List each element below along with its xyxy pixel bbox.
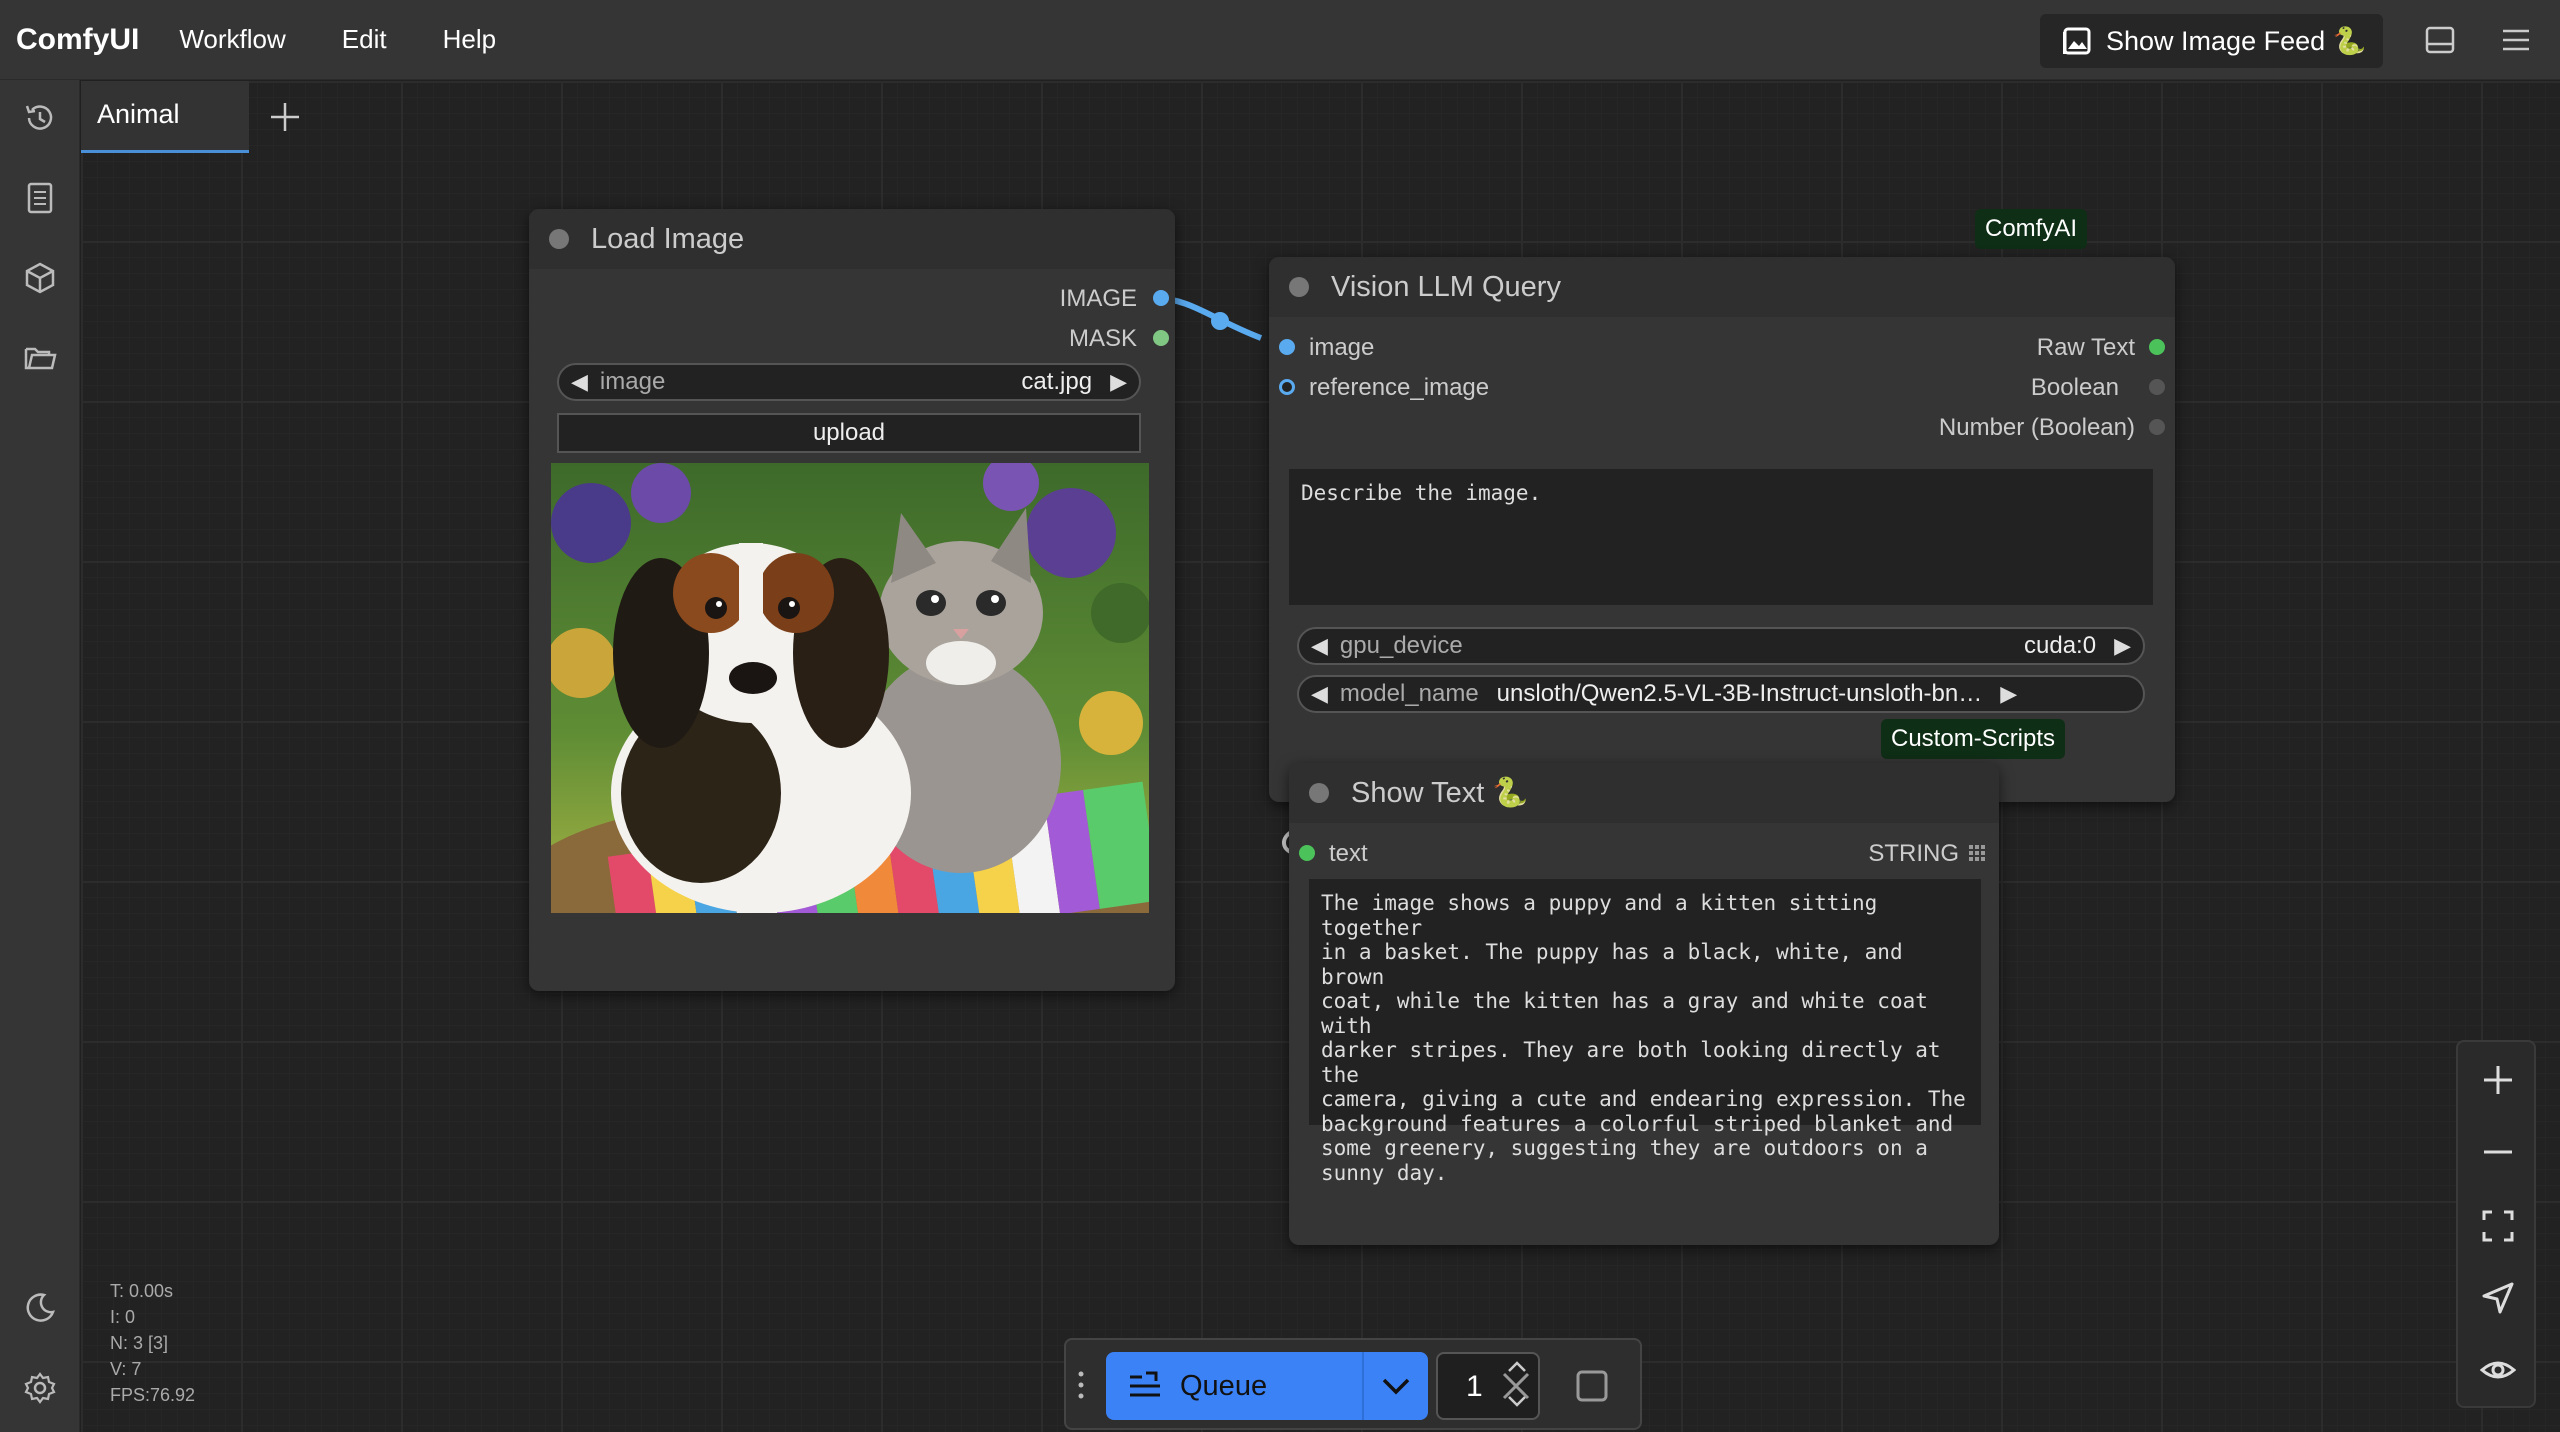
show-text-title-bar[interactable]: Show Text 🐍	[1289, 763, 1999, 823]
workflow-tab-animal[interactable]: Animal	[81, 81, 249, 153]
drag-handle-icon[interactable]	[1076, 1368, 1086, 1402]
stop-icon[interactable]	[1574, 1368, 1610, 1404]
custom-scripts-badge: Custom-Scripts	[1881, 719, 2066, 759]
puppy-kitten-photo	[551, 463, 1149, 913]
input-image-slot[interactable]	[1279, 339, 1295, 355]
load-image-title: Load Image	[591, 222, 745, 255]
load-image-title-bar[interactable]: Load Image	[529, 209, 1175, 269]
upload-button[interactable]: upload	[557, 413, 1141, 453]
add-tab-icon[interactable]	[267, 99, 303, 135]
input-reference-image-slot[interactable]	[1279, 379, 1295, 395]
hamburger-menu-icon[interactable]	[2496, 20, 2536, 60]
eye-icon[interactable]	[2478, 1350, 2518, 1390]
image-combo-widget[interactable]: ◀ image cat.jpg ▶	[557, 363, 1141, 401]
output-boolean-label: Boolean	[2030, 374, 2119, 401]
moon-icon[interactable]	[20, 1288, 60, 1328]
node-collapse-dot[interactable]	[1289, 277, 1309, 297]
output-mask-label: MASK	[1068, 325, 1137, 352]
gpu-device-value: cuda:0	[2024, 632, 2097, 659]
queue-dropdown-button[interactable]	[1362, 1352, 1428, 1420]
output-mask-slot[interactable]	[1153, 330, 1169, 346]
load-image-node[interactable]: Load Image IMAGE MASK ◀ image cat.jpg ▶ …	[529, 209, 1175, 991]
show-text-node[interactable]: Show Text 🐍 text STRING The image shows …	[1289, 763, 1999, 1245]
input-image-label: image	[1309, 334, 1375, 361]
show-text-output[interactable]: The image shows a puppy and a kitten sit…	[1309, 879, 1981, 1185]
combo-next-icon[interactable]: ▶	[1110, 369, 1127, 395]
queue-list-icon	[1128, 1371, 1162, 1401]
zoom-out-icon[interactable]	[2478, 1132, 2518, 1172]
queue-button[interactable]: Queue	[1106, 1352, 1362, 1420]
menu-edit[interactable]: Edit	[342, 24, 387, 55]
canvas-controls	[2456, 1040, 2536, 1408]
combo-prev-icon[interactable]: ◀	[1311, 681, 1328, 707]
workflow-tab-label: Animal	[97, 99, 180, 129]
menu-workflow[interactable]: Workflow	[179, 24, 285, 55]
combo-next-icon[interactable]: ▶	[2114, 633, 2131, 659]
image-feed-icon	[2062, 26, 2092, 56]
model-name-name: model_name	[1339, 680, 1479, 707]
grid-slot-icon[interactable]	[1969, 845, 1985, 861]
node-collapse-dot[interactable]	[1309, 783, 1329, 803]
image-preview	[551, 463, 1149, 913]
folder-icon[interactable]	[20, 338, 60, 378]
show-text-title: Show Text 🐍	[1351, 777, 1529, 809]
chevron-down-icon	[1381, 1376, 1411, 1396]
prompt-textarea[interactable]: Describe the image.	[1289, 469, 2153, 605]
output-string-label: STRING	[1868, 840, 1959, 867]
stat-nodes: N: 3 [3]	[110, 1333, 169, 1353]
input-text-label: text	[1329, 840, 1368, 867]
input-reference-image-label: reference_image	[1309, 374, 1490, 401]
stat-v: V: 7	[110, 1359, 142, 1379]
fit-view-icon[interactable]	[2478, 1206, 2518, 1246]
cancel-icon[interactable]	[1498, 1368, 1534, 1404]
output-raw-text-label: Raw Text	[2036, 334, 2135, 361]
batch-count-value: 1	[1466, 1370, 1483, 1403]
output-number-boolean-slot[interactable]	[2149, 419, 2165, 435]
model-name-combo[interactable]: ◀ model_name unsloth/Qwen2.5-VL-3B-Instr…	[1297, 675, 2145, 713]
queue-bar: Queue 1	[1064, 1338, 1642, 1430]
graph-canvas[interactable]: Animal Load Image IMAGE MASK ◀ image cat…	[81, 81, 2560, 1432]
canvas-stats: T: 0.00s I: 0 N: 3 [3] V: 7 FPS:76.92	[110, 1278, 195, 1408]
history-icon[interactable]	[20, 98, 60, 138]
combo-prev-icon[interactable]: ◀	[571, 369, 588, 395]
comfyai-badge: ComfyAI	[1975, 209, 2088, 249]
output-image-slot[interactable]	[1153, 290, 1169, 306]
zoom-in-icon[interactable]	[2478, 1060, 2518, 1100]
top-menu-bar: ComfyUI Workflow Edit Help Show Image Fe…	[0, 0, 2560, 80]
show-image-feed-label: Show Image Feed 🐍	[2106, 26, 2367, 56]
output-image-label: IMAGE	[1059, 285, 1137, 312]
menu-help[interactable]: Help	[443, 24, 496, 55]
show-image-feed-button[interactable]: Show Image Feed 🐍	[2040, 14, 2383, 68]
link-midpoint	[1211, 312, 1229, 330]
navigate-icon[interactable]	[2478, 1278, 2518, 1318]
model-name-value: unsloth/Qwen2.5-VL-3B-Instruct-unsloth-b…	[1496, 680, 1983, 707]
panel-toggle-icon[interactable]	[2420, 20, 2460, 60]
gpu-device-combo[interactable]: ◀ gpu_device cuda:0 ▶	[1297, 627, 2145, 665]
combo-next-icon[interactable]: ▶	[2000, 681, 2017, 707]
output-boolean-slot[interactable]	[2149, 379, 2165, 395]
node-collapse-dot[interactable]	[549, 229, 569, 249]
settings-icon[interactable]	[20, 1368, 60, 1408]
image-widget-name: image	[599, 368, 666, 395]
output-raw-text-slot[interactable]	[2149, 339, 2165, 355]
vision-llm-title-bar[interactable]: Vision LLM Query	[1269, 257, 2175, 317]
document-icon[interactable]	[20, 178, 60, 218]
vision-llm-title: Vision LLM Query	[1331, 270, 1561, 303]
stat-i: I: 0	[110, 1307, 136, 1327]
app-brand[interactable]: ComfyUI	[16, 23, 139, 57]
stat-time: T: 0.00s	[110, 1281, 174, 1301]
left-sidebar	[0, 80, 80, 1432]
gpu-device-name: gpu_device	[1339, 632, 1463, 659]
input-text-slot[interactable]	[1299, 845, 1315, 861]
stat-fps: FPS:76.92	[110, 1385, 196, 1405]
cube-icon[interactable]	[20, 258, 60, 298]
output-number-boolean-label: Number (Boolean)	[1938, 414, 2135, 441]
image-widget-value: cat.jpg	[1021, 368, 1093, 395]
queue-label: Queue	[1180, 1369, 1268, 1402]
combo-prev-icon[interactable]: ◀	[1311, 633, 1328, 659]
